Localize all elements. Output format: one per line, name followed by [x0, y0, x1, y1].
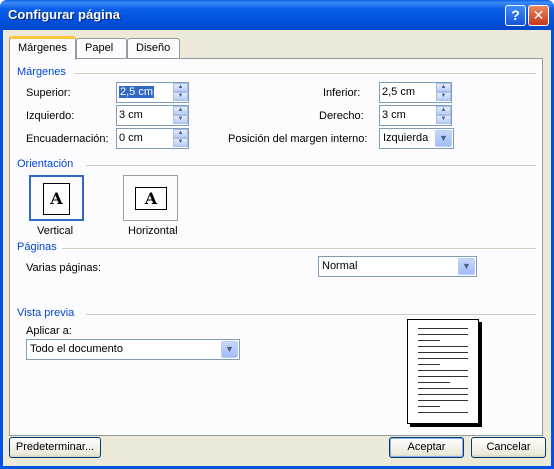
- preview-text-line: [418, 334, 468, 335]
- preview-group-label: Vista previa: [17, 307, 75, 319]
- margins-group-divider: [74, 73, 536, 74]
- spin-down-icon[interactable]: ▼: [173, 138, 188, 147]
- tab-margenes[interactable]: Márgenes: [9, 36, 76, 60]
- window-title: Configurar página: [8, 7, 120, 22]
- izquierdo-value[interactable]: 3 cm: [119, 109, 143, 121]
- margins-group-label: Márgenes: [17, 66, 66, 78]
- preview-text-line: [418, 352, 468, 353]
- preview-text-line: [418, 328, 468, 329]
- preview-text-line: [418, 364, 440, 365]
- preview-text-line: [418, 406, 440, 407]
- encuadernacion-spinner[interactable]: 0 cm ▲ ▼: [116, 128, 189, 149]
- preview-text-line: [418, 376, 468, 377]
- superior-value[interactable]: 2,5 cm: [119, 86, 155, 98]
- landscape-page-icon: A: [135, 187, 167, 210]
- preview-text-line: [418, 388, 468, 389]
- posicion-label: Posición del margen interno:: [228, 133, 368, 145]
- derecho-spinner[interactable]: 3 cm ▲ ▼: [379, 105, 452, 126]
- ok-button[interactable]: Aceptar: [389, 437, 464, 458]
- close-button[interactable]: ✕: [528, 5, 549, 26]
- chevron-down-icon[interactable]: ▼: [458, 258, 475, 275]
- multiple-pages-combo[interactable]: Normal ▼: [318, 256, 477, 277]
- spin-up-icon[interactable]: ▲: [436, 106, 451, 115]
- spin-up-icon[interactable]: ▲: [173, 106, 188, 115]
- preview-text-line: [418, 346, 468, 347]
- orientation-group-divider: [86, 165, 536, 166]
- horizontal-orientation-button[interactable]: A: [123, 175, 178, 221]
- multiple-pages-value: Normal: [322, 260, 358, 272]
- apply-to-label: Aplicar a:: [26, 325, 72, 337]
- tab-diseno[interactable]: Diseño: [127, 38, 180, 58]
- derecho-label: Derecho:: [319, 110, 364, 122]
- preview-text-line: [418, 400, 468, 401]
- preview-text-line: [418, 340, 440, 341]
- posicion-combo[interactable]: Izquierda ▼: [379, 128, 454, 149]
- spin-down-icon[interactable]: ▼: [436, 115, 451, 124]
- tab-papel[interactable]: Papel: [76, 38, 127, 58]
- derecho-value[interactable]: 3 cm: [382, 109, 406, 121]
- chevron-down-icon[interactable]: ▼: [221, 341, 238, 358]
- superior-spinner[interactable]: 2,5 cm ▲ ▼: [116, 82, 189, 103]
- encuadernacion-value[interactable]: 0 cm: [119, 132, 143, 144]
- page-preview-thumbnail: [407, 319, 479, 424]
- preview-text-line: [418, 394, 468, 395]
- posicion-value: Izquierda: [383, 132, 429, 144]
- spin-down-icon[interactable]: ▼: [436, 92, 451, 101]
- preview-text-line: [418, 412, 468, 413]
- izquierdo-spinner[interactable]: 3 cm ▲ ▼: [116, 105, 189, 126]
- izquierdo-label: Izquierdo:: [26, 110, 75, 122]
- apply-to-value: Todo el documento: [30, 343, 123, 355]
- spin-down-icon[interactable]: ▼: [173, 92, 188, 101]
- superior-label: Superior:: [26, 87, 71, 99]
- vertical-orientation-button[interactable]: A: [29, 175, 84, 221]
- spin-up-icon[interactable]: ▲: [436, 83, 451, 92]
- horizontal-label: Horizontal: [128, 225, 178, 237]
- spin-down-icon[interactable]: ▼: [173, 115, 188, 124]
- dialog-client: Márgenes Papel Diseño Márgenes Superior:…: [3, 30, 551, 466]
- apply-to-combo[interactable]: Todo el documento ▼: [26, 339, 240, 360]
- inferior-spinner[interactable]: 2,5 cm ▲ ▼: [379, 82, 452, 103]
- help-button[interactable]: ?: [505, 5, 526, 26]
- vertical-label: Vertical: [37, 225, 74, 237]
- dialog-window: Configurar página ? ✕ Márgenes Papel Dis…: [0, 0, 554, 469]
- spin-up-icon[interactable]: ▲: [173, 83, 188, 92]
- pages-group-label: Páginas: [17, 241, 57, 253]
- spin-up-icon[interactable]: ▲: [173, 129, 188, 138]
- chevron-down-icon[interactable]: ▼: [435, 130, 452, 147]
- preview-text-line: [418, 358, 468, 359]
- pages-group-divider: [62, 248, 536, 249]
- inferior-value[interactable]: 2,5 cm: [382, 86, 415, 98]
- set-default-button[interactable]: Predeterminar...: [9, 437, 101, 458]
- preview-text-line: [418, 382, 450, 383]
- cancel-button[interactable]: Cancelar: [471, 437, 546, 458]
- multiple-pages-label: Varias páginas:: [26, 262, 102, 274]
- preview-text-line: [418, 370, 468, 371]
- title-bar[interactable]: Configurar página ? ✕: [0, 0, 554, 30]
- preview-group-divider: [86, 314, 536, 315]
- inferior-label: Inferior:: [323, 87, 361, 99]
- encuadernacion-label: Encuadernación:: [26, 133, 109, 145]
- portrait-page-icon: A: [43, 183, 70, 215]
- orientation-group-label: Orientación: [17, 158, 74, 170]
